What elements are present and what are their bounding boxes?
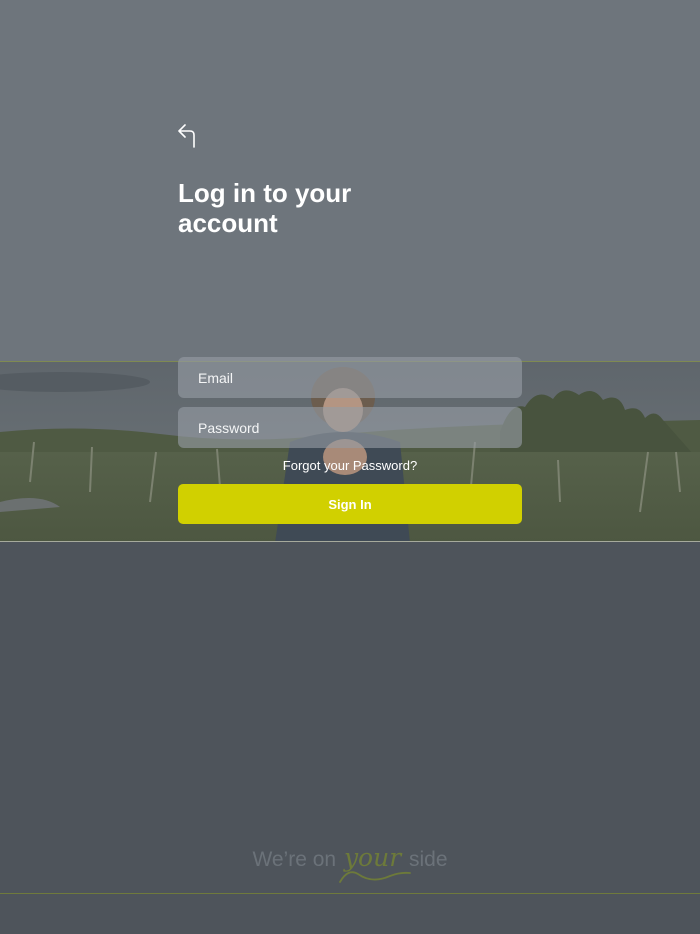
back-button[interactable] — [176, 122, 200, 150]
login-screen: Log in to your account Forgot your Passw… — [0, 0, 700, 934]
tagline-start: We’re on — [252, 848, 337, 871]
tagline-script-word: your — [339, 838, 411, 883]
sign-in-button[interactable]: Sign In — [178, 484, 522, 524]
email-field[interactable] — [178, 357, 522, 398]
password-field[interactable] — [178, 407, 522, 448]
page-title: Log in to your account — [178, 178, 352, 238]
bottom-divider — [0, 893, 700, 894]
swash-underline-icon — [339, 871, 411, 883]
tagline: We’re on your side — [0, 838, 700, 883]
forgot-password-link[interactable]: Forgot your Password? — [178, 458, 522, 474]
tagline-end: side — [409, 848, 448, 871]
back-arrow-icon — [178, 124, 195, 148]
